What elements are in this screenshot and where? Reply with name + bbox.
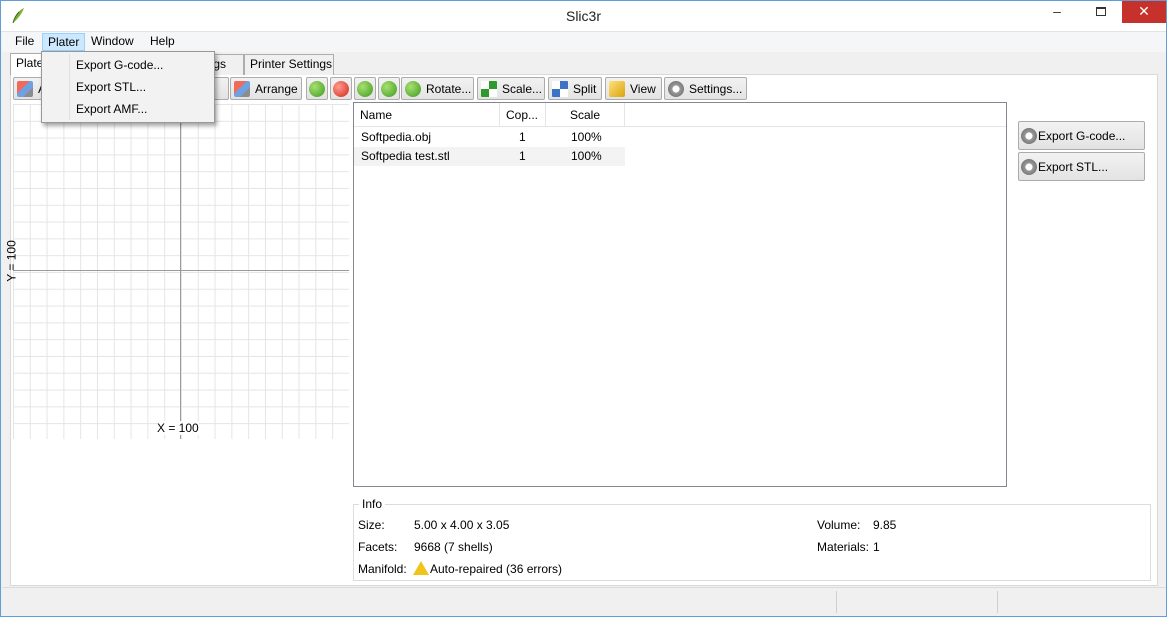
gear-icon <box>668 80 684 97</box>
object-scale: 100% <box>571 149 602 163</box>
object-name: Softpedia.obj <box>361 130 432 144</box>
menu-plater[interactable]: Plater <box>42 33 86 51</box>
status-separator <box>997 591 998 613</box>
increase-copies-button[interactable] <box>306 77 328 100</box>
arrange-icon <box>234 80 250 97</box>
x-axis-label: X = 100 <box>157 421 199 435</box>
menu-export-stl[interactable]: Export STL... <box>76 77 146 97</box>
gear-icon <box>1021 158 1037 175</box>
split-icon <box>552 80 568 97</box>
scale-button[interactable]: Scale... <box>477 77 545 100</box>
plater-menu-dropdown: Export G-code... Export STL... Export AM… <box>41 51 215 123</box>
minus-icon <box>333 80 349 97</box>
rotate-button[interactable]: Rotate... <box>401 77 474 100</box>
materials-label: Materials: <box>817 540 870 554</box>
tab-printer-settings[interactable]: Printer Settings <box>244 54 334 75</box>
volume-label: Volume: <box>817 518 861 532</box>
window-title: Slic3r <box>565 8 601 24</box>
menu-export-amf[interactable]: Export AMF... <box>76 99 147 119</box>
volume-value: 9.85 <box>873 518 897 532</box>
size-value: 5.00 x 4.00 x 3.05 <box>414 518 510 532</box>
add-objects-icon <box>17 80 33 97</box>
rotate-cw-icon <box>381 80 397 97</box>
rotate-right-button[interactable] <box>378 77 400 100</box>
facets-label: Facets: <box>358 540 398 554</box>
menu-file[interactable]: File <box>10 33 39 51</box>
menu-bar: File Plater Window Help <box>2 32 1166 52</box>
view-button[interactable]: View <box>605 77 662 100</box>
manifold-value: Auto-repaired (36 errors) <box>430 562 563 576</box>
facets-value: 9668 (7 shells) <box>414 540 493 554</box>
warning-icon <box>413 561 429 575</box>
column-copies[interactable]: Cop... <box>500 103 546 127</box>
view-cube-icon <box>609 80 625 97</box>
x-axis-line <box>13 270 349 271</box>
y-axis-line <box>180 104 181 439</box>
object-row[interactable]: Softpedia test.stl 1 100% <box>354 147 625 166</box>
menu-help[interactable]: Help <box>145 33 180 51</box>
scale-icon <box>481 80 497 97</box>
plus-icon <box>309 80 325 97</box>
manifold-label: Manifold: <box>358 562 407 576</box>
split-button[interactable]: Split <box>548 77 602 100</box>
decrease-copies-button[interactable] <box>330 77 352 100</box>
minimize-button[interactable]: – <box>1042 1 1072 23</box>
object-name: Softpedia test.stl <box>361 149 450 163</box>
object-copies: 1 <box>519 130 526 144</box>
object-copies: 1 <box>519 149 526 163</box>
app-window: Slic3r – ✕ File Plater Window Help Plate… <box>0 0 1167 617</box>
settings-button[interactable]: Settings... <box>664 77 747 100</box>
object-list-header: Name Cop... Scale <box>354 103 1006 127</box>
menu-export-gcode[interactable]: Export G-code... <box>76 55 163 75</box>
export-gcode-button[interactable]: Export G-code... <box>1018 121 1145 150</box>
rotate-icon <box>405 80 421 97</box>
materials-value: 1 <box>873 540 880 554</box>
column-name[interactable]: Name <box>354 103 500 127</box>
rotate-ccw-icon <box>357 80 373 97</box>
menu-gutter <box>69 54 70 120</box>
object-scale: 100% <box>571 130 602 144</box>
info-legend: Info <box>359 497 386 511</box>
arrange-button[interactable]: Arrange <box>230 77 302 100</box>
add-button[interactable]: A <box>13 77 46 100</box>
maximize-button[interactable] <box>1086 1 1116 23</box>
y-axis-label: Y = 100 <box>4 240 19 282</box>
status-separator <box>836 591 837 613</box>
object-list[interactable]: Name Cop... Scale Softpedia.obj 1 100% S… <box>353 102 1007 487</box>
close-button[interactable]: ✕ <box>1122 1 1166 23</box>
rotate-left-button[interactable] <box>354 77 376 100</box>
title-bar: Slic3r – ✕ <box>1 1 1166 32</box>
object-row[interactable]: Softpedia.obj 1 100% <box>354 128 625 147</box>
plate-canvas[interactable]: X = 100 Y = 100 <box>5 104 349 439</box>
menu-window[interactable]: Window <box>86 33 139 51</box>
export-stl-button[interactable]: Export STL... <box>1018 152 1145 181</box>
status-bar <box>2 587 1166 616</box>
size-label: Size: <box>358 518 385 532</box>
gear-icon <box>1021 127 1037 144</box>
column-scale[interactable]: Scale <box>546 103 625 127</box>
